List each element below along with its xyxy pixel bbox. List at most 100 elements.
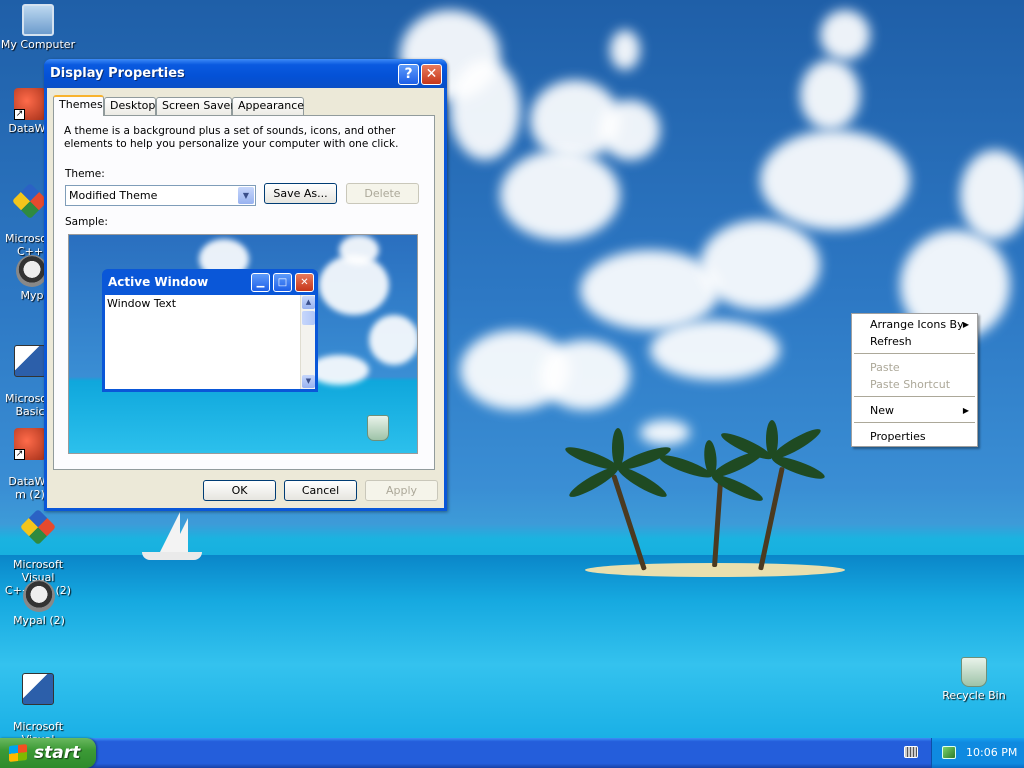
palm-trunk — [712, 475, 724, 568]
themes-panel: A theme is a background plus a set of so… — [53, 115, 435, 470]
start-button[interactable]: start — [0, 738, 96, 768]
submenu-arrow-icon: ▶ — [962, 406, 969, 415]
menu-separator — [854, 422, 975, 423]
cloud — [309, 355, 369, 385]
cancel-button[interactable]: Cancel — [284, 480, 357, 501]
tab-themes[interactable]: Themes — [53, 95, 104, 116]
scroll-up-icon: ▲ — [302, 296, 315, 309]
start-label: start — [34, 743, 81, 763]
chevron-down-icon[interactable]: ▼ — [238, 187, 254, 204]
menu-item-label: Properties — [870, 430, 926, 443]
ok-button[interactable]: OK — [203, 480, 276, 501]
computer-icon — [22, 4, 54, 36]
cloud — [640, 420, 690, 445]
desktop-icon-label: My Computer — [0, 38, 76, 51]
cloud — [800, 60, 860, 130]
theme-sample-preview: Active Window ▁ □ ✕ Window Text ▲ ▼ — [68, 234, 418, 454]
cloud — [760, 130, 910, 230]
shortcut-arrow-icon: ↗ — [14, 109, 25, 120]
sea — [0, 555, 1024, 738]
visual-cpp-icon — [11, 182, 49, 220]
save-as-button[interactable]: Save As... — [264, 183, 337, 204]
cloud — [450, 60, 520, 160]
menu-item-label: Paste Shortcut — [870, 378, 951, 391]
desktop-icon-recycle-bin[interactable]: Recycle Bin — [934, 657, 1014, 702]
menu-item-refresh[interactable]: Refresh — [854, 333, 975, 350]
menu-item-paste[interactable]: Paste — [854, 359, 975, 376]
desktop-context-menu: Arrange Icons By ▶ Refresh Paste Paste S… — [851, 313, 978, 447]
sample-active-window: Active Window ▁ □ ✕ Window Text ▲ ▼ — [102, 269, 318, 392]
network-icon[interactable] — [942, 746, 956, 759]
system-tray: 10:06 PM — [931, 738, 1024, 768]
theme-label: Theme: — [65, 168, 105, 180]
cloud — [540, 340, 630, 410]
menu-separator — [854, 396, 975, 397]
cloud — [369, 315, 417, 365]
desktop-icon-label: Mypal (2) — [13, 614, 65, 627]
dialog-body: Themes Desktop Screen Saver Appearance A… — [47, 88, 444, 508]
maximize-icon: □ — [273, 273, 292, 292]
cloud — [650, 320, 780, 380]
tab-desktop[interactable]: Desktop — [104, 97, 156, 115]
dialog-title: Display Properties — [50, 66, 185, 81]
visual-basic-icon — [14, 345, 46, 377]
close-button[interactable]: ✕ — [421, 64, 442, 85]
datawatch-icon: ↗ — [14, 428, 46, 460]
menu-item-label: Refresh — [870, 335, 912, 348]
sample-scrollbar: ▲ ▼ — [300, 295, 315, 389]
keyboard-icon[interactable] — [904, 746, 918, 758]
menu-item-label: Paste — [870, 361, 900, 374]
cloud — [700, 220, 820, 310]
dialog-titlebar[interactable]: Display Properties ? ✕ — [44, 59, 447, 88]
tab-screen-saver[interactable]: Screen Saver — [156, 97, 235, 115]
sample-window-title: Active Window — [108, 275, 209, 289]
desktop-icon-label: Recycle Bin — [942, 689, 1006, 702]
cloud — [339, 235, 379, 265]
menu-item-properties[interactable]: Properties — [854, 428, 975, 445]
datawatch-icon: ↗ — [14, 88, 46, 120]
sample-label: Sample: — [65, 216, 108, 228]
sample-recycle-bin-icon — [367, 415, 389, 441]
windows-logo-icon — [9, 744, 27, 762]
desktop-icon-mypal-2[interactable]: Mypal (2) — [0, 580, 79, 627]
palm-frond — [766, 420, 778, 458]
cloud — [960, 150, 1024, 240]
shortcut-arrow-icon: ↗ — [14, 449, 25, 460]
minimize-icon: ▁ — [251, 273, 270, 292]
recycle-bin-icon — [961, 657, 987, 687]
scroll-down-icon: ▼ — [302, 375, 315, 388]
apply-button[interactable]: Apply — [365, 480, 438, 501]
menu-item-label: Arrange Icons By — [870, 318, 964, 331]
theme-description: A theme is a background plus a set of so… — [64, 125, 399, 150]
cloud — [820, 10, 870, 60]
sailboat-hull — [142, 552, 202, 560]
display-properties-dialog: Display Properties ? ✕ Themes Desktop Sc… — [44, 59, 447, 511]
theme-select[interactable]: Modified Theme ▼ — [65, 185, 256, 206]
theme-select-value: Modified Theme — [69, 189, 158, 202]
menu-separator — [854, 353, 975, 354]
sample-window-client: Window Text ▲ ▼ — [105, 295, 315, 389]
delete-button[interactable]: Delete — [346, 183, 419, 204]
tab-appearance[interactable]: Appearance — [232, 97, 304, 115]
palm-frond — [612, 428, 624, 468]
sailboat-sail — [170, 518, 188, 554]
menu-item-new[interactable]: New ▶ — [854, 402, 975, 419]
menu-item-label: New — [870, 404, 894, 417]
sample-window-text: Window Text — [107, 297, 177, 310]
cloud — [500, 150, 620, 240]
desktop-icon-visual-basic-2[interactable]: Microsoft Visual Basic 6.0 (2) — [0, 660, 78, 738]
close-icon: ✕ — [295, 273, 314, 292]
desktop-icon-label: Microsoft Visual Basic 6.0 (2) — [12, 720, 64, 738]
cloud — [600, 100, 660, 160]
clock[interactable]: 10:06 PM — [966, 746, 1017, 759]
mypal-icon — [23, 580, 55, 612]
submenu-arrow-icon: ▶ — [962, 320, 969, 329]
menu-item-paste-shortcut[interactable]: Paste Shortcut — [854, 376, 975, 393]
help-button[interactable]: ? — [398, 64, 419, 85]
desktop-icon-my-computer[interactable]: My Computer — [0, 4, 78, 51]
desktop-icon-label: Myp — [20, 289, 44, 302]
menu-item-arrange-icons-by[interactable]: Arrange Icons By ▶ — [854, 316, 975, 333]
cloud — [580, 250, 720, 330]
visual-basic-icon — [22, 673, 54, 705]
visual-cpp-icon — [19, 508, 57, 546]
